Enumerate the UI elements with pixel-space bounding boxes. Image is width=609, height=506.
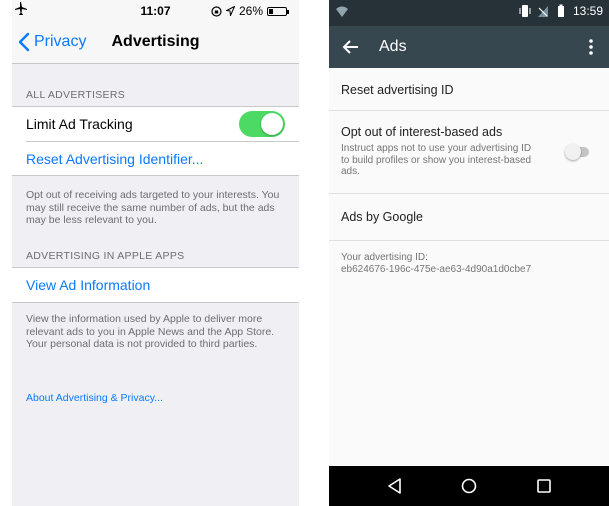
section-header-all-advertisers: ALL ADVERTISERS xyxy=(26,89,126,101)
ios-status-bar: 11:07 26% xyxy=(12,0,299,22)
location-arrow-icon xyxy=(225,6,235,16)
opt-out-summary: Instruct apps not to use your advertisin… xyxy=(341,143,532,177)
about-advertising-privacy-link[interactable]: About Advertising & Privacy... xyxy=(26,392,163,404)
view-ad-information-button[interactable]: View Ad Information xyxy=(12,268,299,302)
opt-out-title: Opt out of interest-based ads xyxy=(341,125,503,139)
android-navigation-bar xyxy=(329,466,609,506)
arrow-back-icon[interactable] xyxy=(341,37,361,57)
orientation-lock-icon xyxy=(211,5,222,17)
section-footer-apple-apps: View the information used by Apple to de… xyxy=(26,313,275,350)
android-ads-screen: 13:59 Ads Reset advertising ID Opt out o… xyxy=(329,0,609,506)
section-footer-all-advertisers: Opt out of receiving ads targeted to you… xyxy=(26,189,280,226)
apple-apps-group: View Ad Information xyxy=(12,267,299,303)
android-status-time: 13:59 xyxy=(572,4,603,18)
section-header-apple-apps: ADVERTISING IN APPLE APPS xyxy=(26,250,185,262)
no-signal-icon xyxy=(537,6,548,17)
reset-advertising-id-item[interactable]: Reset advertising ID xyxy=(329,68,609,111)
all-advertisers-group: Limit Ad Tracking Reset Advertising Iden… xyxy=(12,106,299,176)
nav-home-icon[interactable] xyxy=(460,477,478,495)
nav-recents-icon[interactable] xyxy=(535,477,553,495)
advertising-id-value: eb624676-196c-475e-ae63-4d90a1d0cbe7 xyxy=(341,263,532,275)
toolbar-title: Ads xyxy=(379,38,407,55)
reset-advertising-id-label: Reset advertising ID xyxy=(341,83,454,97)
ios-navigation-bar: Privacy Advertising xyxy=(12,22,299,64)
more-vert-icon[interactable] xyxy=(581,37,601,57)
android-toolbar: Ads xyxy=(329,26,609,68)
limit-ad-tracking-label: Limit Ad Tracking xyxy=(26,116,133,132)
limit-ad-tracking-toggle[interactable] xyxy=(239,111,285,137)
ads-by-google-item[interactable]: Ads by Google xyxy=(329,194,609,240)
advertising-id-label: Your advertising ID: xyxy=(341,252,428,263)
view-ad-information-label: View Ad Information xyxy=(26,277,151,293)
android-status-bar: 13:59 xyxy=(329,0,609,26)
battery-icon xyxy=(267,6,289,16)
limit-ad-tracking-cell: Limit Ad Tracking xyxy=(12,107,299,141)
ios-status-right: 26% xyxy=(211,4,289,18)
ios-battery-percent: 26% xyxy=(238,4,263,18)
battery-icon xyxy=(557,4,564,17)
android-status-right: 13:59 xyxy=(519,4,603,18)
ads-by-google-label: Ads by Google xyxy=(341,210,423,224)
nav-back-icon[interactable] xyxy=(386,477,404,495)
advertising-id-info: Your advertising ID: eb624676-196c-475e-… xyxy=(341,252,531,275)
page-title: Advertising xyxy=(111,33,200,50)
opt-out-switch[interactable] xyxy=(565,144,589,160)
vibrate-icon xyxy=(519,5,531,17)
reset-advertising-identifier-button[interactable]: Reset Advertising Identifier... xyxy=(26,141,299,175)
divider xyxy=(329,240,609,241)
wifi-unknown-icon xyxy=(336,6,348,17)
ios-advertising-screen: 11:07 26% Privacy Advertising ALL ADVERT… xyxy=(12,0,299,506)
reset-advertising-identifier-label: Reset Advertising Identifier... xyxy=(26,151,204,167)
